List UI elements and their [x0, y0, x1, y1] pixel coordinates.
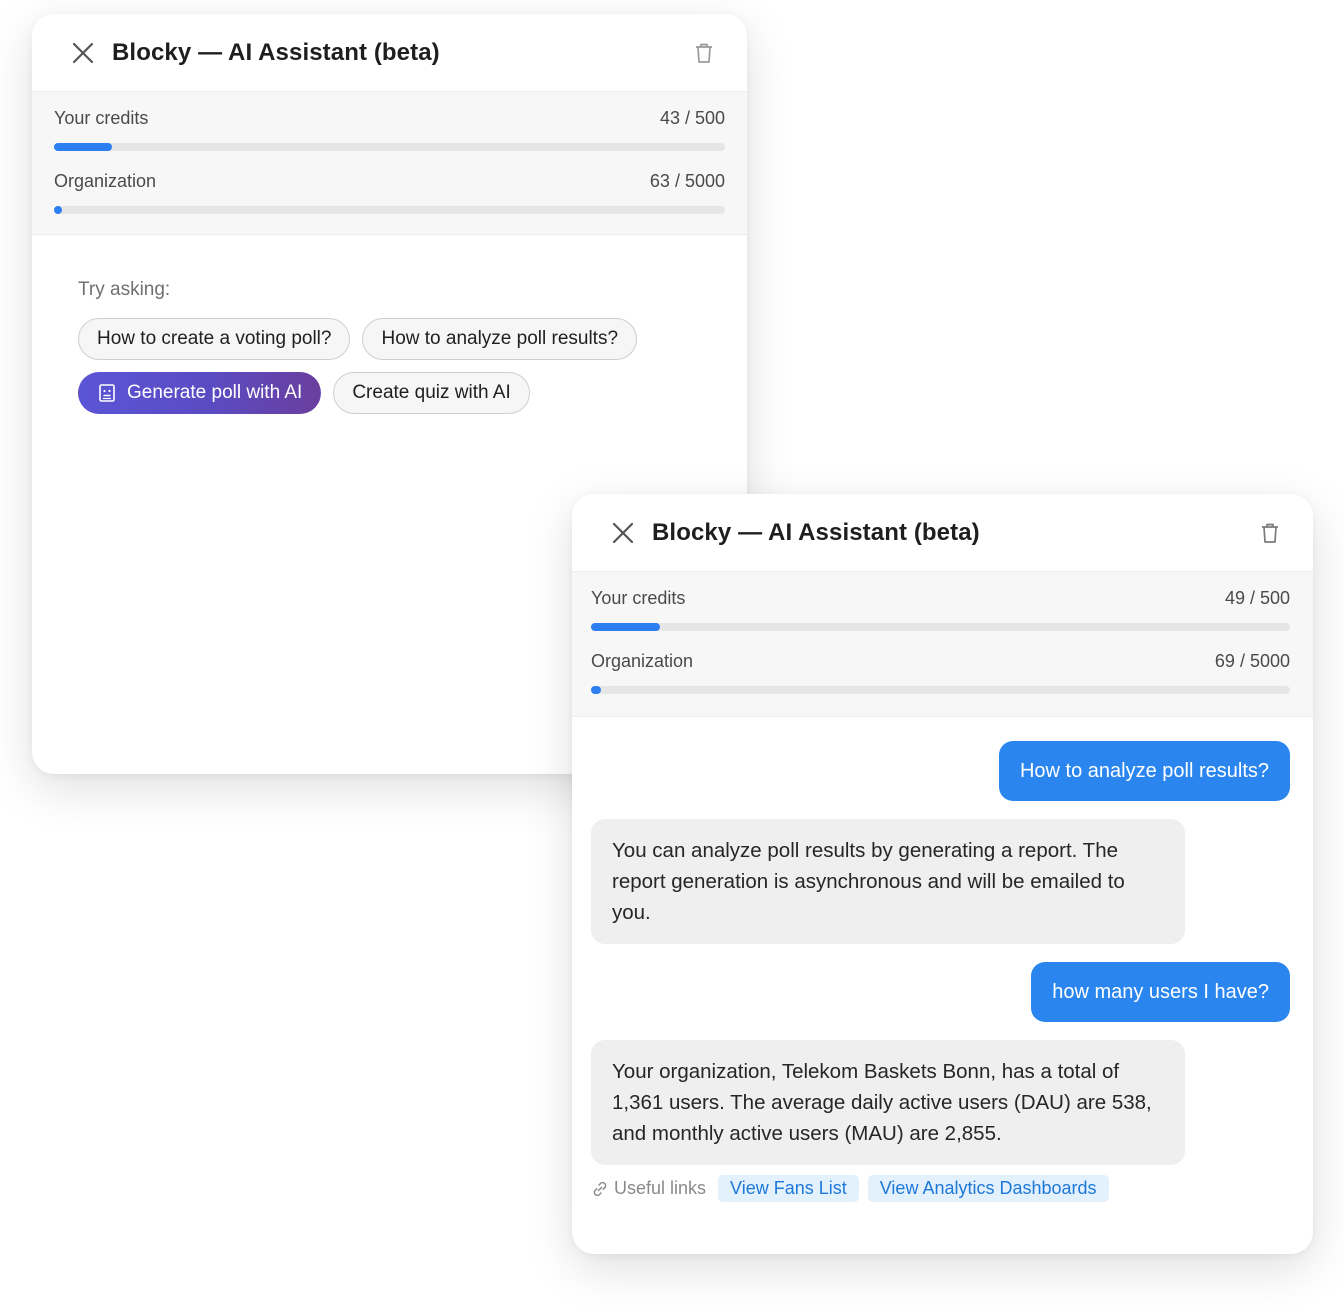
org-credits-fill — [54, 206, 63, 214]
chip-label: How to create a voting poll? — [97, 328, 332, 349]
try-asking-label: Try asking: — [78, 279, 171, 300]
useful-links: Useful links View Fans List View Analyti… — [591, 1175, 1290, 1202]
org-credits-row: Organization 69 / 5000 — [591, 651, 1290, 694]
robot-icon — [97, 383, 117, 403]
view-analytics-dashboards-link[interactable]: View Analytics Dashboards — [867, 1175, 1109, 1202]
your-credits-label: Your credits — [591, 588, 686, 608]
your-credits-row: Your credits 49 / 500 — [591, 588, 1290, 631]
panel-title: Blocky — AI Assistant (beta) — [652, 518, 980, 546]
close-icon[interactable] — [610, 520, 636, 546]
org-credits-label: Organization — [591, 651, 694, 671]
org-credits-progress — [54, 206, 725, 214]
panel-header: Blocky — AI Assistant (beta) — [572, 494, 1313, 572]
your-credits-label: Your credits — [54, 108, 149, 128]
your-credits-fill — [54, 143, 112, 151]
org-credits-label: Organization — [54, 171, 157, 191]
view-fans-list-link[interactable]: View Fans List — [718, 1175, 859, 1202]
assistant-panel-chat: Blocky — AI Assistant (beta) Your credit… — [572, 494, 1313, 1254]
org-credits-value: 63 / 5000 — [649, 171, 725, 191]
close-icon[interactable] — [70, 40, 96, 66]
your-credits-row: Your credits 43 / 500 — [54, 108, 725, 151]
useful-links-label: Useful links — [614, 1178, 707, 1198]
user-message: how many users I have? — [1031, 962, 1290, 1022]
generate-poll-ai-button[interactable]: Generate poll with AI — [78, 372, 322, 414]
stage: Blocky — AI Assistant (beta) Your credit… — [0, 0, 1344, 1306]
panel-title: Blocky — AI Assistant (beta) — [112, 38, 440, 66]
user-message: How to analyze poll results? — [998, 741, 1290, 801]
org-credits-row: Organization 63 / 5000 — [54, 171, 725, 214]
your-credits-progress — [591, 623, 1290, 631]
trash-icon[interactable] — [691, 40, 717, 66]
chat-thread: How to analyze poll results? You can ana… — [572, 717, 1313, 1202]
trash-icon[interactable] — [1257, 520, 1283, 546]
suggestion-chips: How to create a voting poll? How to anal… — [78, 318, 678, 414]
your-credits-value: 43 / 500 — [659, 108, 725, 128]
chip-label: Create quiz with AI — [352, 382, 511, 403]
chip-label: How to analyze poll results? — [381, 328, 619, 349]
credits-section: Your credits 49 / 500 Organization 69 / … — [572, 572, 1313, 717]
your-credits-fill — [591, 623, 660, 631]
chip-label: Generate poll with AI — [127, 382, 303, 403]
panel-header: Blocky — AI Assistant (beta) — [32, 14, 747, 92]
suggestion-chip-create-poll[interactable]: How to create a voting poll? — [78, 318, 351, 360]
credits-section: Your credits 43 / 500 Organization 63 / … — [32, 92, 747, 235]
org-credits-value: 69 / 5000 — [1214, 651, 1290, 671]
org-credits-progress — [591, 686, 1290, 694]
suggestion-chip-analyze-poll[interactable]: How to analyze poll results? — [362, 318, 638, 360]
suggestions-section: Try asking: How to create a voting poll?… — [32, 235, 747, 458]
assistant-message: Your organization, Telekom Baskets Bonn,… — [591, 1040, 1185, 1165]
your-credits-value: 49 / 500 — [1224, 588, 1290, 608]
assistant-message: You can analyze poll results by generati… — [591, 819, 1185, 944]
suggestion-chip-create-quiz[interactable]: Create quiz with AI — [333, 372, 530, 414]
your-credits-progress — [54, 143, 725, 151]
link-icon — [591, 1180, 609, 1198]
org-credits-fill — [591, 686, 601, 694]
